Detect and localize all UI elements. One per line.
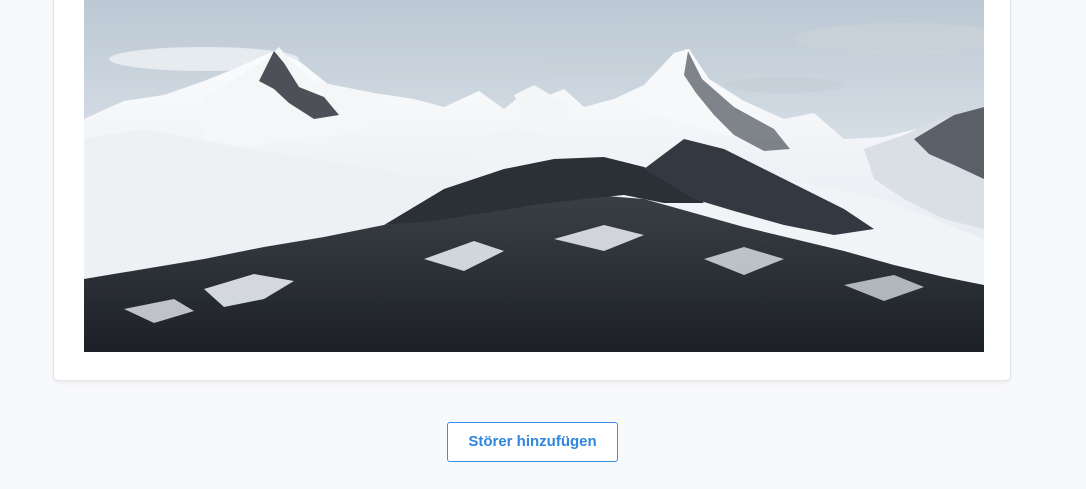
mountain-image — [84, 0, 984, 352]
add-disruptor-button[interactable]: Störer hinzufügen — [447, 422, 618, 462]
mountain-illustration — [84, 0, 984, 352]
page: Störer hinzufügen — [0, 0, 1086, 489]
image-card — [53, 0, 1011, 381]
